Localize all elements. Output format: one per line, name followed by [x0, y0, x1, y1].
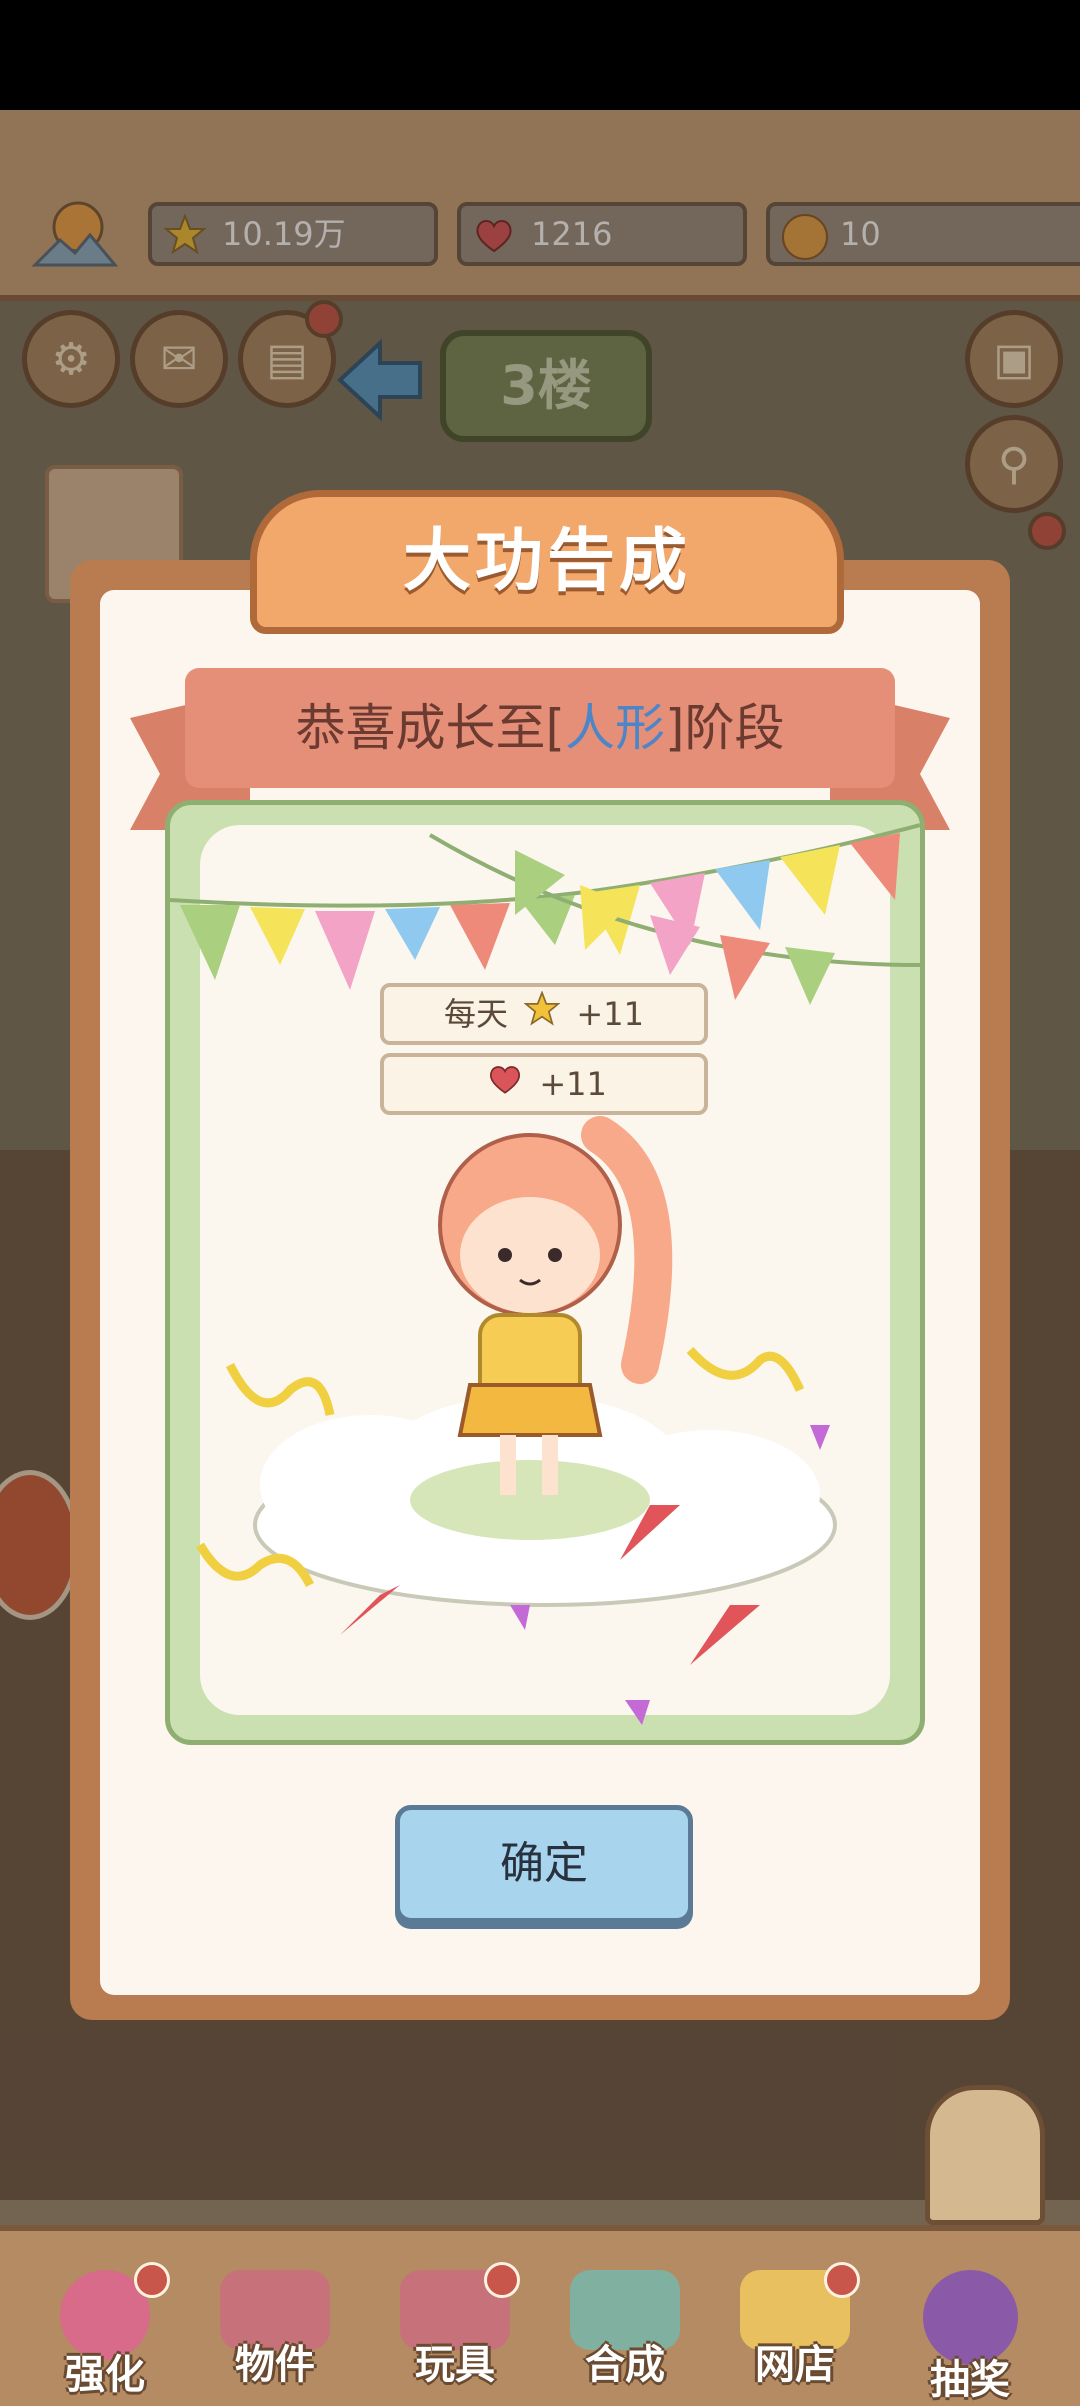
message-highlight: 人形 — [565, 699, 665, 757]
heart-reward: +11 — [380, 1053, 708, 1115]
notification-dot — [134, 2262, 170, 2298]
tab-label: 合成 — [585, 2342, 665, 2388]
congrats-ribbon: 恭喜成长至[人形]阶段 — [185, 668, 895, 788]
notification-dot — [484, 2262, 520, 2298]
tab-label: 玩具 — [415, 2342, 495, 2388]
tab-strengthen[interactable]: 强化 — [40, 2262, 170, 2398]
reward-prefix: 每天 — [444, 995, 509, 1033]
notification-dot — [824, 2262, 860, 2298]
star-icon — [523, 989, 561, 1043]
tab-label: 物件 — [235, 2342, 315, 2388]
heart-icon — [487, 1059, 523, 1113]
celebration-illustration — [170, 823, 920, 1725]
status-bar — [0, 0, 1080, 110]
tab-shop[interactable]: 网店 — [730, 2262, 860, 2395]
exit-door-button[interactable] — [925, 2085, 1045, 2225]
tab-label: 强化 — [65, 2352, 145, 2398]
character-card — [165, 800, 925, 1745]
tab-label: 抽奖 — [930, 2357, 1010, 2403]
reward-value: +11 — [576, 995, 644, 1033]
daily-star-reward: 每天 +11 — [380, 983, 708, 1045]
tab-items[interactable]: 物件 — [210, 2270, 340, 2395]
tab-craft[interactable]: 合成 — [560, 2270, 690, 2395]
tab-lottery[interactable]: 抽奖 — [905, 2270, 1035, 2403]
reward-value: +11 — [539, 1065, 607, 1103]
dialog-title: 大功告成 — [250, 490, 844, 634]
tab-label: 网店 — [755, 2342, 835, 2388]
confirm-button[interactable]: 确定 — [395, 1805, 693, 1923]
message-prefix: 恭喜成长至[ — [295, 699, 565, 757]
message-suffix: ]阶段 — [665, 699, 785, 757]
tab-toys[interactable]: 玩具 — [390, 2262, 520, 2395]
